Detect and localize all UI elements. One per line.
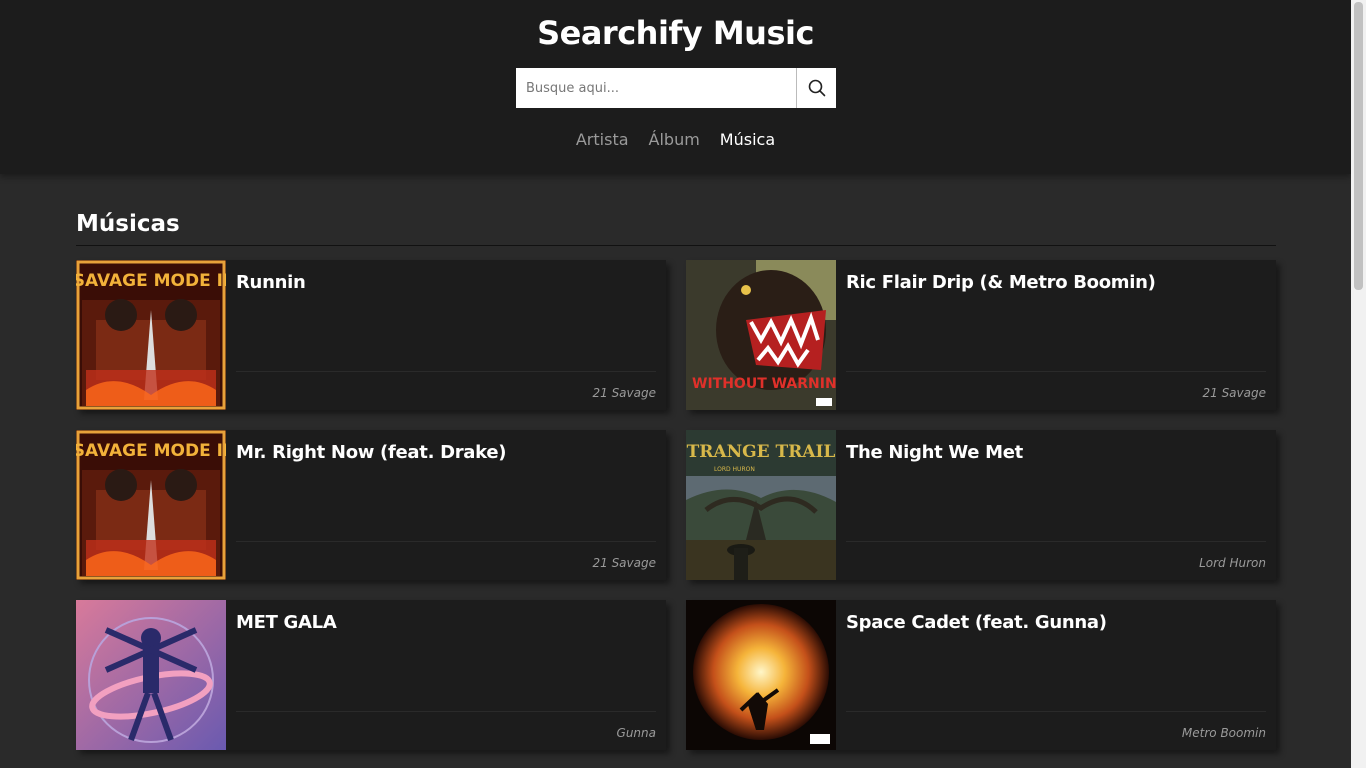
track-artist: 21 Savage	[592, 556, 656, 570]
tab-musica[interactable]: Música	[720, 130, 775, 149]
track-artist: 21 Savage	[592, 386, 656, 400]
track-artist: Metro Boomin	[1181, 726, 1266, 740]
search-type-tabs: Artista Álbum Música	[0, 130, 1351, 149]
album-cover: SAVAGE MODE II	[76, 260, 226, 410]
svg-text:STRANGE TRAILS: STRANGE TRAILS	[686, 442, 836, 462]
track-name: Mr. Right Now (feat. Drake)	[236, 442, 507, 463]
tab-album[interactable]: Álbum	[649, 130, 700, 149]
track-info: MET GALA Gunna	[226, 600, 666, 750]
search-input[interactable]	[516, 68, 796, 108]
svg-text:SAVAGE MODE II: SAVAGE MODE II	[76, 271, 226, 291]
card-divider	[236, 541, 656, 542]
track-card[interactable]: Space Cadet (feat. Gunna) Metro Boomin	[686, 600, 1276, 750]
track-card[interactable]: SAVAGE MODE II Mr. Right Now (feat. Drak…	[76, 430, 666, 580]
track-name: Ric Flair Drip (& Metro Boomin)	[846, 272, 1156, 293]
track-grid: SAVAGE MODE II Runnin 21 Savage WITHOUT …	[76, 260, 1276, 750]
track-card[interactable]: SAVAGE MODE II Runnin 21 Savage	[76, 260, 666, 410]
tab-artista[interactable]: Artista	[576, 130, 629, 149]
card-divider	[236, 371, 656, 372]
search-box	[516, 68, 836, 108]
site-header: Searchify Music Artista Álbum Música	[0, 0, 1351, 174]
track-name: The Night We Met	[846, 442, 1023, 463]
scrollbar-thumb[interactable]	[1354, 2, 1363, 290]
svg-text:LORD HURON: LORD HURON	[714, 466, 755, 473]
album-cover	[686, 600, 836, 750]
track-name: MET GALA	[236, 612, 337, 633]
track-artist: 21 Savage	[1202, 386, 1266, 400]
card-divider	[236, 711, 656, 712]
track-name: Runnin	[236, 272, 306, 293]
card-divider	[846, 371, 1266, 372]
album-cover: WITHOUT WARNING	[686, 260, 836, 410]
track-info: Mr. Right Now (feat. Drake) 21 Savage	[226, 430, 666, 580]
search-button[interactable]	[796, 68, 836, 108]
album-cover: STRANGE TRAILS LORD HURON	[686, 430, 836, 580]
svg-text:SAVAGE MODE II: SAVAGE MODE II	[76, 441, 226, 461]
search-icon	[808, 79, 825, 97]
track-info: The Night We Met Lord Huron	[836, 430, 1276, 580]
section-divider	[76, 245, 1276, 246]
svg-text:WITHOUT WARNING: WITHOUT WARNING	[692, 376, 836, 392]
track-card[interactable]: STRANGE TRAILS LORD HURON The Night We M…	[686, 430, 1276, 580]
section-title: Músicas	[76, 211, 180, 237]
track-artist: Gunna	[616, 726, 656, 740]
album-cover	[76, 600, 226, 750]
album-cover: SAVAGE MODE II	[76, 430, 226, 580]
track-card[interactable]: MET GALA Gunna	[76, 600, 666, 750]
page-scrollbar[interactable]	[1351, 0, 1366, 768]
track-info: Runnin 21 Savage	[226, 260, 666, 410]
track-info: Space Cadet (feat. Gunna) Metro Boomin	[836, 600, 1276, 750]
site-title: Searchify Music	[537, 14, 814, 52]
track-name: Space Cadet (feat. Gunna)	[846, 612, 1107, 633]
track-artist: Lord Huron	[1199, 556, 1266, 570]
card-divider	[846, 711, 1266, 712]
card-divider	[846, 541, 1266, 542]
track-card[interactable]: WITHOUT WARNING Ric Flair Drip (& Metro …	[686, 260, 1276, 410]
track-info: Ric Flair Drip (& Metro Boomin) 21 Savag…	[836, 260, 1276, 410]
